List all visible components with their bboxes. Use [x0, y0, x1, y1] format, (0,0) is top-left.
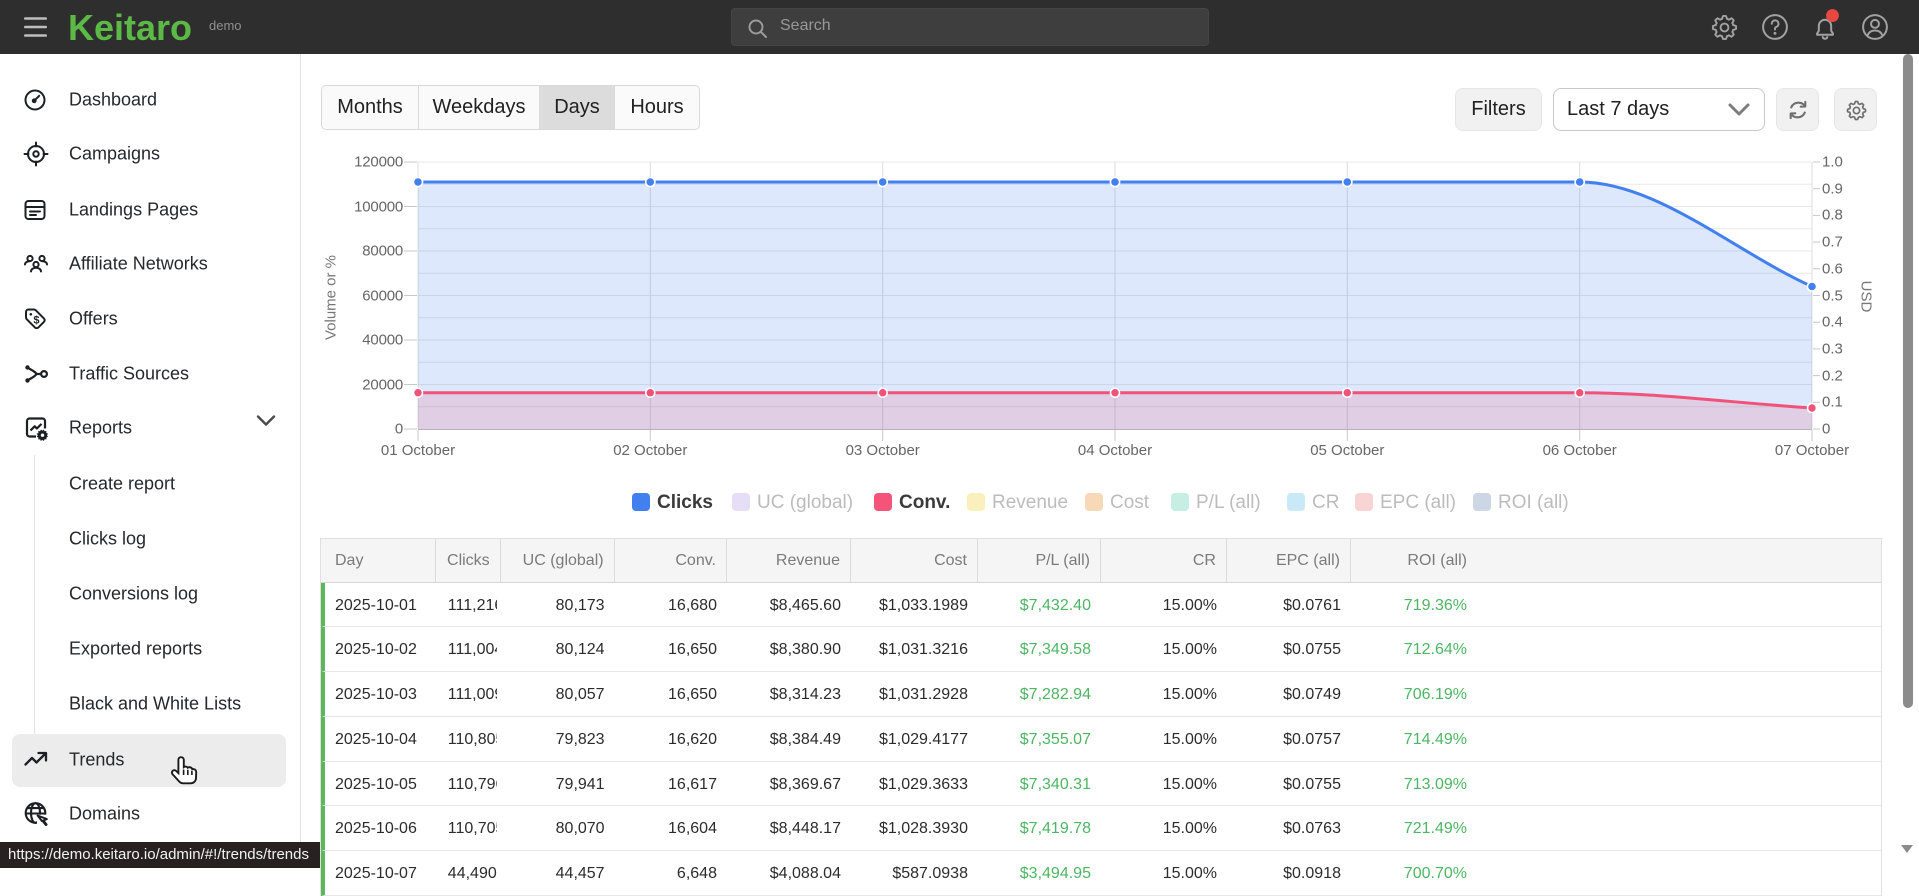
- svg-text:$: $: [33, 315, 39, 327]
